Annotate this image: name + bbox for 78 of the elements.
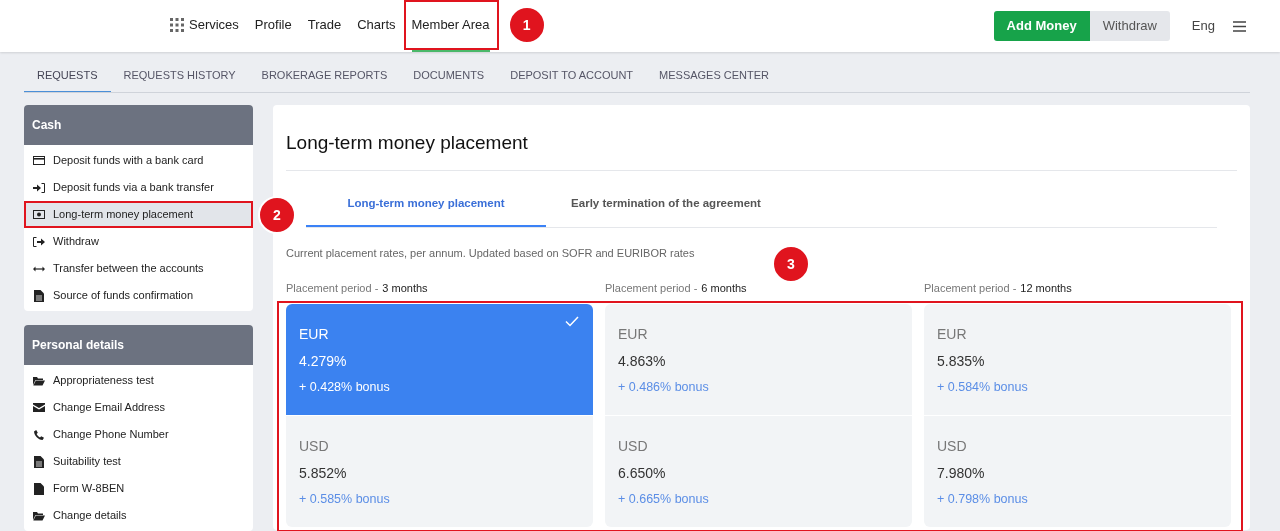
- subnav-tab[interactable]: DOCUMENTS: [400, 66, 498, 92]
- rate-value: 5.835%: [937, 351, 986, 371]
- sign-out-icon: [33, 236, 45, 247]
- currency-label: USD: [937, 436, 968, 456]
- envelope-icon: [33, 403, 45, 412]
- sidebar-item[interactable]: Form W-8BEN: [24, 475, 253, 502]
- currency-label: EUR: [299, 324, 330, 344]
- nav-link[interactable]: Profile: [254, 0, 292, 52]
- bonus-value: + 0.486% bonus: [618, 378, 710, 396]
- currency-label: EUR: [937, 324, 968, 344]
- withdraw-button[interactable]: Withdraw: [1089, 11, 1170, 41]
- rate-value: 4.279%: [299, 351, 348, 371]
- period-label: Placement period -: [605, 281, 698, 296]
- tab[interactable]: Early termination of the agreement: [546, 182, 786, 227]
- bonus-value: + 0.428% bonus: [299, 378, 391, 396]
- sidebar-item[interactable]: Change Phone Number: [24, 421, 253, 448]
- nav-link[interactable]: Services: [170, 0, 239, 52]
- callout-badge: 1: [507, 6, 546, 44]
- rate-option[interactable]: USD 7.980% + 0.798% bonus: [924, 415, 1231, 527]
- tab[interactable]: Long-term money placement: [306, 182, 546, 227]
- rate-option[interactable]: USD 6.650% + 0.665% bonus: [605, 415, 912, 527]
- sidebar-item[interactable]: Deposit funds with a bank card: [24, 147, 253, 174]
- double-arrow-icon: [33, 265, 45, 272]
- rate-option[interactable]: USD 5.852% + 0.585% bonus: [286, 415, 593, 527]
- period-value: 12 months: [1020, 281, 1072, 296]
- page-title: Long-term money placement: [286, 129, 1237, 171]
- nav-link[interactable]: Member Area: [411, 0, 490, 52]
- sidebar-item[interactable]: Transfer between the accounts: [24, 255, 253, 282]
- rate-option[interactable]: EUR 4.279% + 0.428% bonus: [286, 303, 593, 415]
- callout-badge: 3: [772, 245, 810, 283]
- bonus-value: + 0.665% bonus: [618, 490, 710, 508]
- subnav-tab[interactable]: DEPOSIT TO ACCOUNT: [497, 66, 647, 92]
- sidebar-item[interactable]: Deposit funds via a bank transfer: [24, 174, 253, 201]
- sidebar-item[interactable]: Withdraw: [24, 228, 253, 255]
- bonus-value: + 0.585% bonus: [299, 490, 391, 508]
- rate-value: 5.852%: [299, 463, 348, 483]
- period-value: 6 months: [701, 281, 747, 296]
- section-heading: Personal details: [24, 325, 253, 365]
- phone-icon: [34, 429, 44, 440]
- section-heading: Cash: [24, 105, 253, 145]
- bonus-value: + 0.798% bonus: [937, 490, 1029, 508]
- callout-badge: 2: [258, 196, 296, 234]
- check-icon: [565, 315, 579, 327]
- subnav-tab[interactable]: MESSAGES CENTER: [646, 66, 783, 92]
- rate-value: 7.980%: [937, 463, 986, 483]
- period-label: Placement period -: [924, 281, 1017, 296]
- folder-icon: [33, 510, 45, 521]
- nav-link[interactable]: Trade: [307, 0, 342, 52]
- document-icon: [34, 455, 44, 468]
- menu-icon[interactable]: [1233, 20, 1246, 32]
- card-icon: [33, 156, 45, 165]
- language-selector[interactable]: Eng: [1191, 16, 1215, 36]
- rate-option[interactable]: EUR 4.863% + 0.486% bonus: [605, 303, 912, 415]
- subnav-tab[interactable]: REQUESTS HISTORY: [110, 66, 249, 92]
- sign-in-icon: [33, 182, 45, 193]
- currency-label: USD: [299, 436, 330, 456]
- subnav-tab[interactable]: BROKERAGE REPORTS: [248, 66, 401, 92]
- rates-description: Current placement rates, per annum. Updated based on SOFR and EURIBOR rates: [286, 245, 696, 261]
- nav-link[interactable]: Charts: [357, 0, 396, 52]
- sidebar-item[interactable]: Source of funds confirmation: [24, 282, 253, 309]
- sidebar-item[interactable]: Change details: [24, 502, 253, 529]
- period-label: Placement period -: [286, 281, 379, 296]
- sidebar-item[interactable]: Suitability test: [24, 448, 253, 475]
- currency-label: EUR: [618, 324, 649, 344]
- document-icon: [34, 289, 44, 302]
- rate-option[interactable]: EUR 5.835% + 0.584% bonus: [924, 303, 1231, 415]
- banknote-icon: [33, 210, 45, 219]
- grid-icon: [170, 18, 184, 32]
- rate-value: 4.863%: [618, 351, 667, 371]
- file-icon: [34, 482, 44, 495]
- rate-value: 6.650%: [618, 463, 667, 483]
- bonus-value: + 0.584% bonus: [937, 378, 1029, 396]
- subnav-tab[interactable]: REQUESTS: [24, 66, 111, 92]
- sidebar-item[interactable]: Appropriateness test: [24, 367, 253, 394]
- sidebar-item[interactable]: Change Email Address: [24, 394, 253, 421]
- period-value: 3 months: [382, 281, 428, 296]
- folder-icon: [33, 375, 45, 386]
- currency-label: USD: [618, 436, 649, 456]
